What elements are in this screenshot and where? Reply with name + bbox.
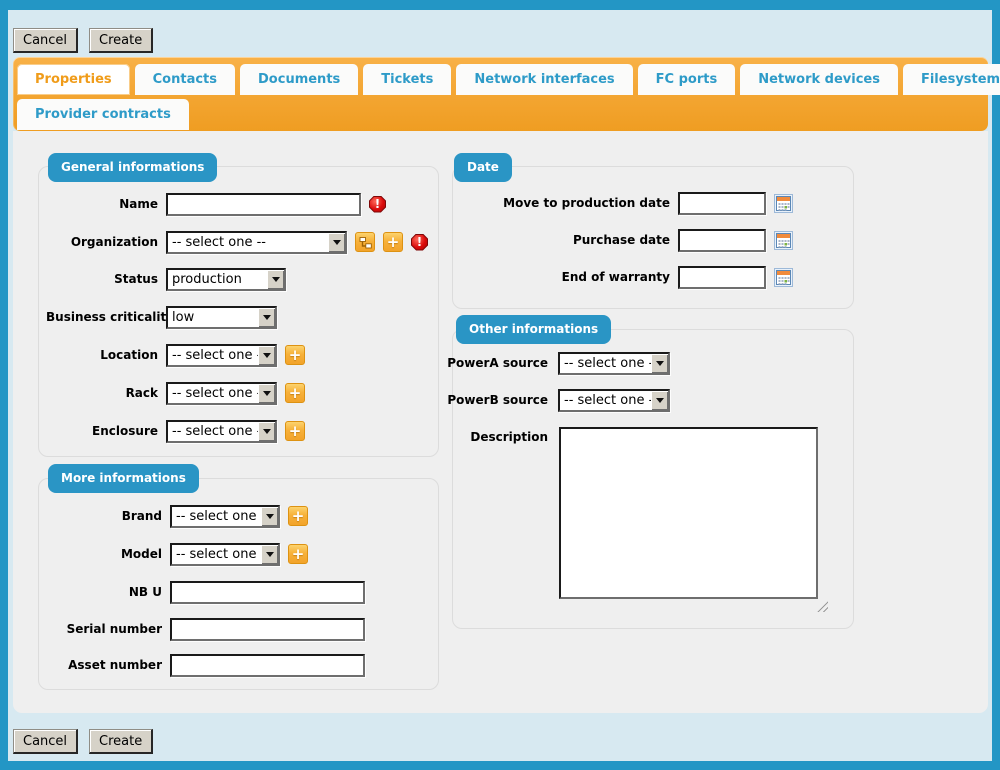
description-label: Description [440, 430, 548, 444]
calendar-icon[interactable] [774, 268, 793, 287]
chevron-down-icon [267, 270, 284, 289]
location-label: Location [46, 348, 158, 362]
date-legend: Date [454, 153, 512, 182]
cancel-button-bottom[interactable]: Cancel [13, 729, 78, 754]
tab-provider-contracts[interactable]: Provider contracts [17, 99, 189, 130]
tab-tickets[interactable]: Tickets [363, 64, 451, 95]
name-label: Name [46, 197, 158, 211]
brand-select[interactable]: -- select one -- [170, 505, 280, 528]
end-of-warranty-input[interactable] [678, 266, 766, 289]
model-label: Model [46, 547, 162, 561]
enclosure-label: Enclosure [46, 424, 158, 438]
more-informations-legend: More informations [48, 464, 199, 493]
chevron-down-icon [258, 422, 275, 441]
nb-u-input[interactable] [170, 581, 365, 604]
calendar-icon[interactable] [774, 231, 793, 250]
powera-source-select[interactable]: -- select one -- [558, 352, 670, 375]
model-add-button[interactable]: + [288, 544, 308, 564]
powerb-source-select[interactable]: -- select one -- [558, 389, 670, 412]
tab-contacts[interactable]: Contacts [135, 64, 235, 95]
calendar-icon[interactable] [774, 194, 793, 213]
general-informations-legend: General informations [48, 153, 217, 182]
create-button-bottom[interactable]: Create [89, 729, 153, 754]
tab-fc-ports[interactable]: FC ports [638, 64, 736, 95]
business-criticality-label: Business criticality [46, 310, 158, 324]
app-frame: Cancel Create Properties Contacts Docume… [0, 0, 1000, 770]
other-informations-legend: Other informations [456, 315, 611, 344]
end-of-warranty-label: End of warranty [458, 270, 670, 284]
asset-number-input[interactable] [170, 654, 365, 677]
status-label: Status [46, 272, 158, 286]
tab-row-2: Provider contracts [13, 95, 988, 130]
tab-properties[interactable]: Properties [17, 64, 130, 95]
enclosure-add-button[interactable]: + [285, 421, 305, 441]
rack-select[interactable]: -- select one -- [166, 382, 277, 405]
mandatory-icon: ! [369, 196, 386, 213]
chevron-down-icon [258, 346, 275, 365]
enclosure-select[interactable]: -- select one -- [166, 420, 277, 443]
serial-number-input[interactable] [170, 618, 365, 641]
organization-label: Organization [46, 235, 158, 249]
tab-filesystems[interactable]: Filesystems [903, 64, 1000, 95]
move-to-production-date-input[interactable] [678, 192, 766, 215]
asset-number-label: Asset number [46, 658, 162, 672]
cancel-button-top[interactable]: Cancel [13, 28, 78, 53]
powera-source-label: PowerA source [440, 356, 548, 370]
brand-add-button[interactable]: + [288, 506, 308, 526]
name-input[interactable] [166, 193, 361, 216]
chevron-down-icon [258, 384, 275, 403]
serial-number-label: Serial number [46, 622, 162, 636]
chevron-down-icon [328, 233, 345, 252]
nb-u-label: NB U [46, 585, 162, 599]
powerb-source-label: PowerB source [440, 393, 548, 407]
business-criticality-select[interactable]: low [166, 306, 277, 329]
status-select[interactable]: production [166, 268, 286, 291]
chevron-down-icon [651, 354, 668, 373]
chevron-down-icon [261, 545, 278, 564]
organization-select[interactable]: -- select one -- [166, 231, 347, 254]
tab-row-1: Properties Contacts Documents Tickets Ne… [13, 57, 988, 95]
tab-network-devices[interactable]: Network devices [740, 64, 898, 95]
purchase-date-input[interactable] [678, 229, 766, 252]
location-select[interactable]: -- select one -- [166, 344, 277, 367]
chevron-down-icon [258, 308, 275, 327]
rack-label: Rack [46, 386, 158, 400]
hierarchy-icon [359, 236, 372, 249]
tab-bar: Properties Contacts Documents Tickets Ne… [13, 57, 988, 131]
mandatory-icon: ! [411, 234, 428, 251]
rack-add-button[interactable]: + [285, 383, 305, 403]
create-button-top[interactable]: Create [89, 28, 153, 53]
organization-add-button[interactable]: + [383, 232, 403, 252]
location-add-button[interactable]: + [285, 345, 305, 365]
purchase-date-label: Purchase date [458, 233, 670, 247]
organization-hierarchy-button[interactable] [355, 232, 375, 252]
tab-network-interfaces[interactable]: Network interfaces [456, 64, 632, 95]
model-select[interactable]: -- select one -- [170, 543, 280, 566]
brand-label: Brand [46, 509, 162, 523]
chevron-down-icon [651, 391, 668, 410]
move-to-production-date-label: Move to production date [458, 196, 670, 210]
tab-documents[interactable]: Documents [240, 64, 358, 95]
chevron-down-icon [261, 507, 278, 526]
description-textarea[interactable] [559, 427, 818, 599]
